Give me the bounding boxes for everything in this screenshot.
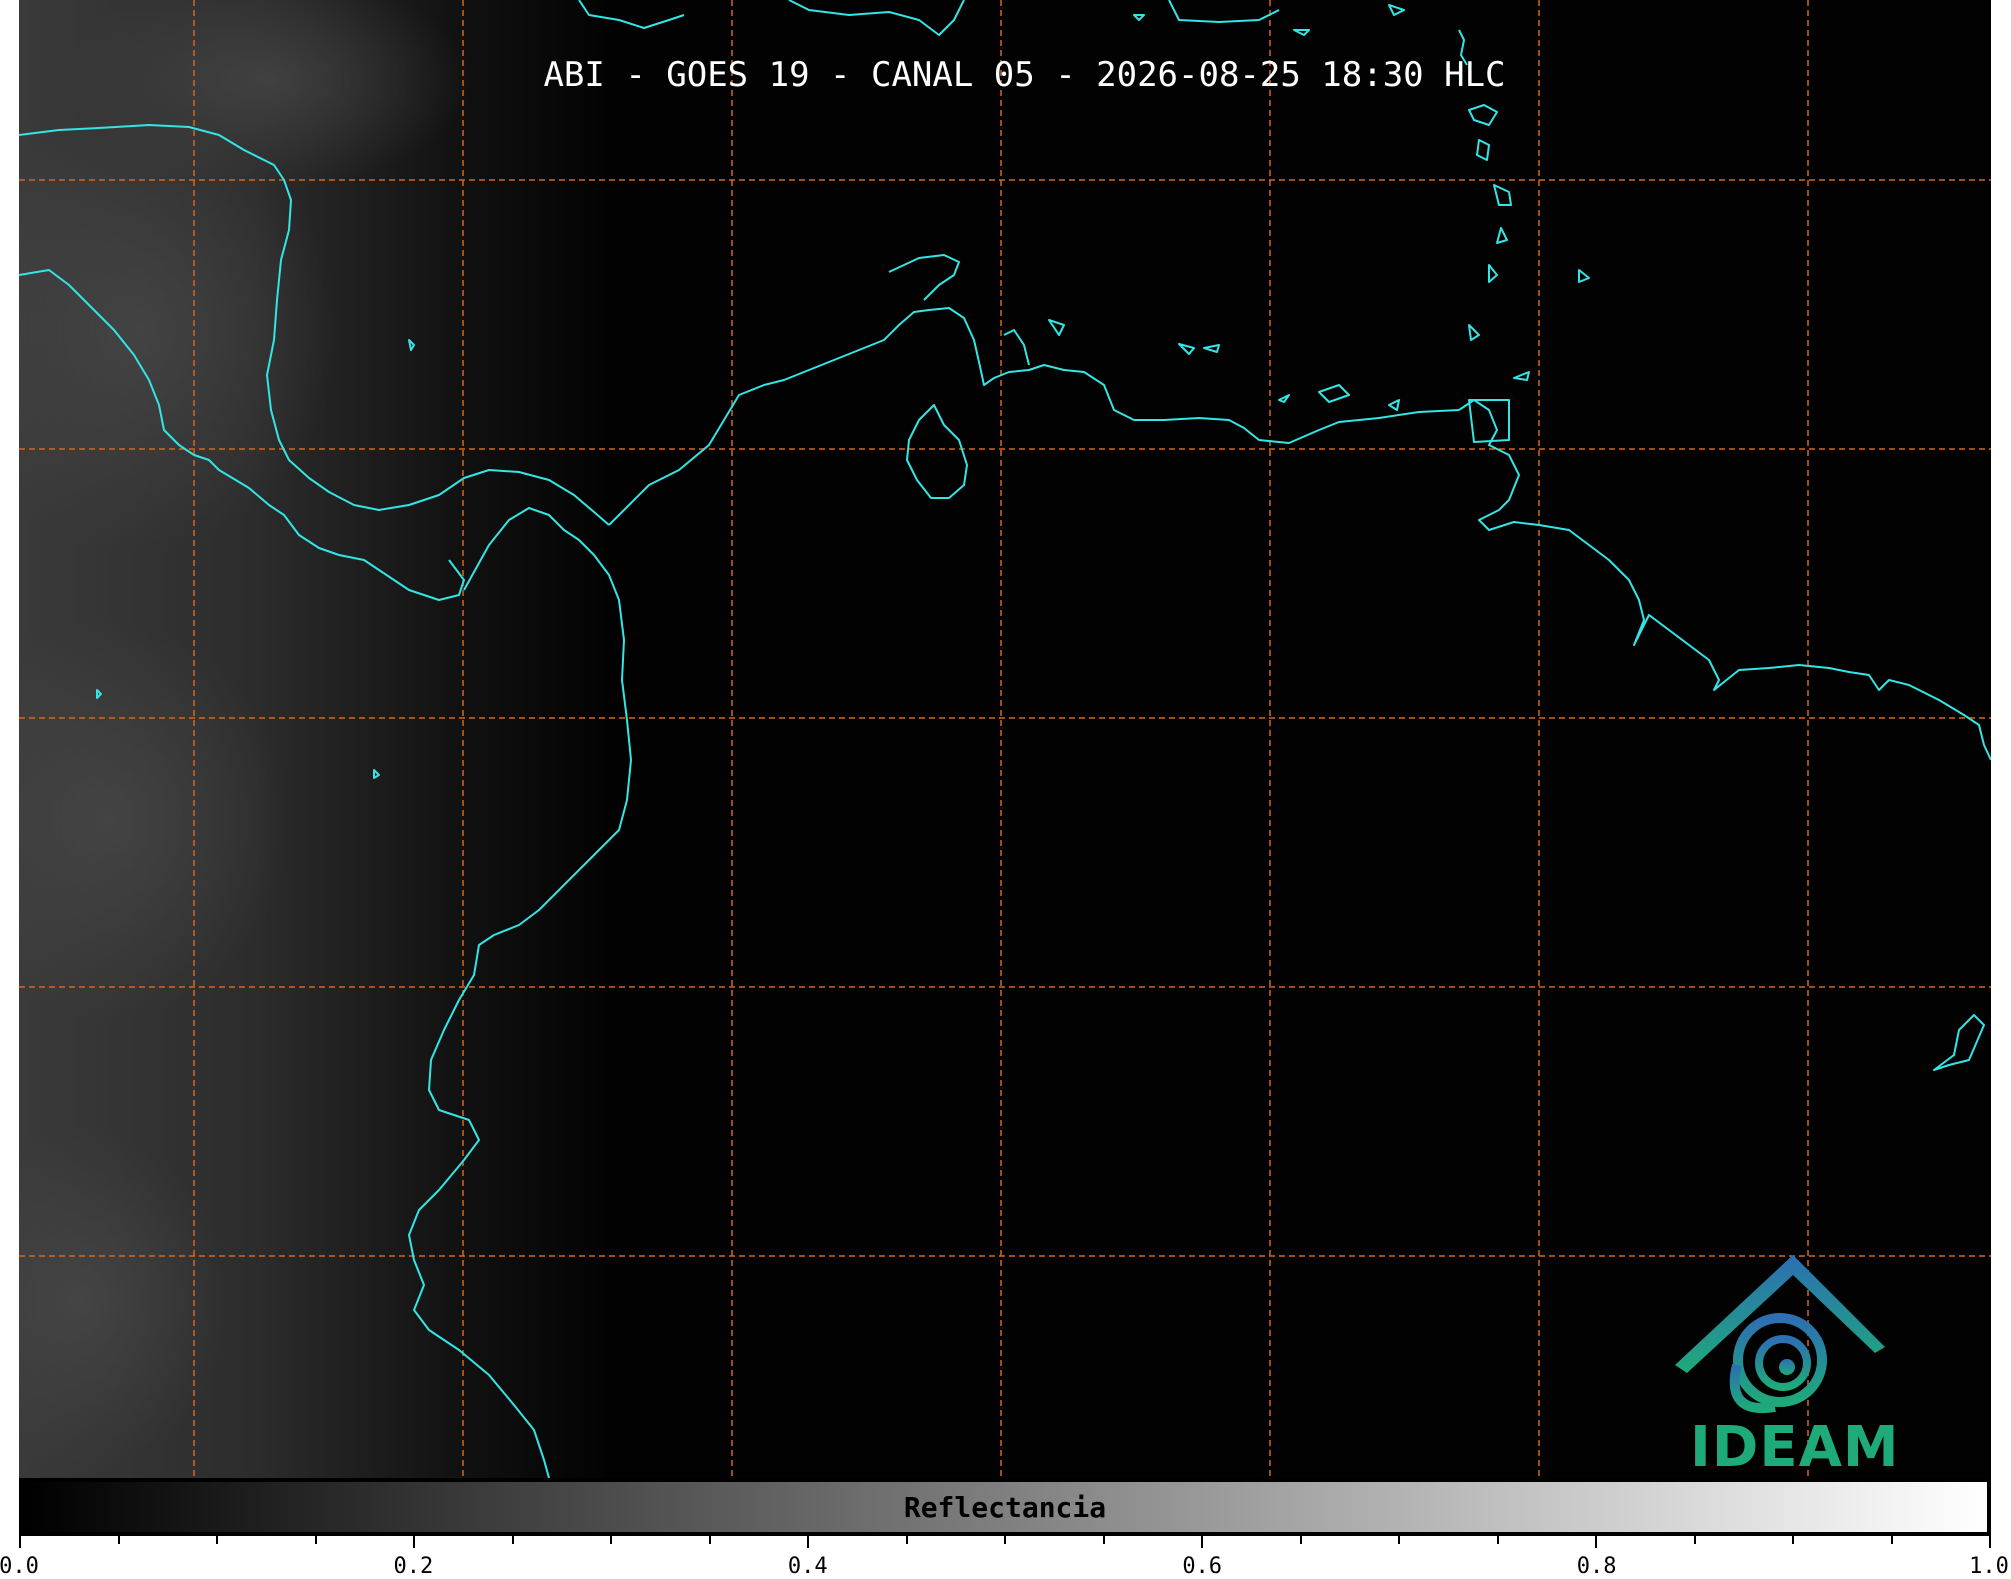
colorbar-minor-tick <box>512 1536 514 1544</box>
colorbar-minor-tick <box>1398 1536 1400 1544</box>
colorbar-minor-tick <box>1891 1536 1893 1544</box>
colorbar-major-tick <box>19 1536 21 1548</box>
colorbar-minor-tick <box>709 1536 711 1544</box>
colorbar-minor-tick <box>1694 1536 1696 1544</box>
colorbar-minor-tick <box>906 1536 908 1544</box>
map-title: ABI - GOES 19 - CANAL 05 - 2026-08-25 18… <box>543 55 1506 95</box>
colorbar-minor-tick <box>216 1536 218 1544</box>
colorbar-minor-tick <box>1004 1536 1006 1544</box>
colorbar-major-tick <box>1595 1536 1597 1548</box>
colorbar-major-tick <box>413 1536 415 1548</box>
colorbar-minor-tick <box>315 1536 317 1544</box>
colorbar: Reflectancia <box>19 1478 1991 1536</box>
colorbar-minor-tick <box>1300 1536 1302 1544</box>
colorbar-tick-label: 0.2 <box>393 1554 434 1579</box>
colorbar-minor-tick <box>610 1536 612 1544</box>
colorbar-label: Reflectancia <box>903 1490 1107 1524</box>
colorbar-tick-label: 1.0 <box>1969 1554 2009 1579</box>
colorbar-tick-label: 0.4 <box>787 1554 828 1579</box>
colorbar-tick-label: 0.6 <box>1182 1554 1223 1579</box>
colorbar-major-tick <box>1989 1536 1991 1548</box>
colorbar-major-tick <box>1201 1536 1203 1548</box>
colorbar-axis: 0.0 0.2 0.4 0.6 0.8 1.0 <box>0 1536 2009 1579</box>
colorbar-minor-tick <box>118 1536 120 1544</box>
colorbar-tick-label: 0.0 <box>0 1554 39 1579</box>
ideam-logo-text: IDEAM <box>1690 1415 1900 1480</box>
colorbar-minor-tick <box>1792 1536 1794 1544</box>
colorbar-tick-label: 0.8 <box>1576 1554 1617 1579</box>
colorbar-minor-tick <box>1497 1536 1499 1544</box>
colorbar-major-tick <box>807 1536 809 1548</box>
colorbar-minor-tick <box>1103 1536 1105 1544</box>
